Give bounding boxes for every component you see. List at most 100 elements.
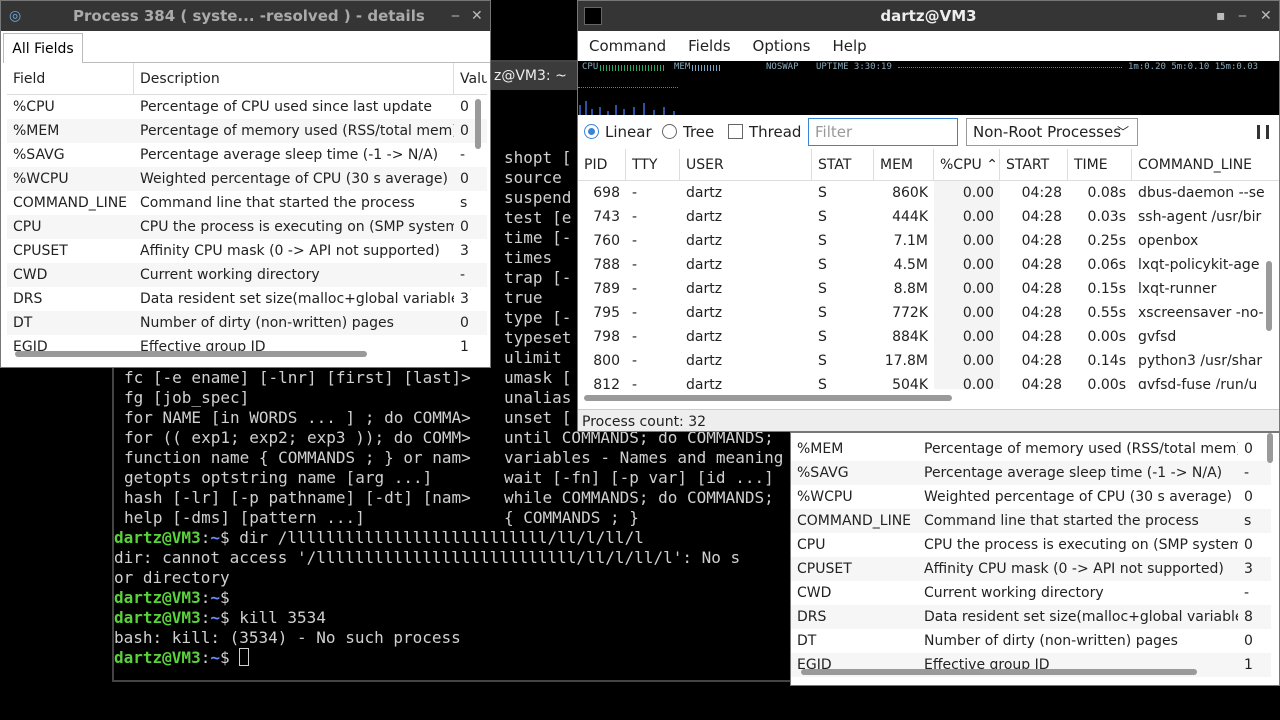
field-value: -	[1244, 465, 1250, 481]
column-header-user[interactable]: USER	[680, 149, 812, 180]
field-row[interactable]: DRS Data resident set size(malloc+global …	[7, 287, 487, 311]
field-row[interactable]: CPU CPU the process is executing on (SMP …	[791, 533, 1271, 557]
process-cell-pct-cpu: 0.00	[934, 229, 1000, 253]
field-row[interactable]: COMMAND_LINE Command line that started th…	[791, 509, 1271, 533]
column-header-pct-cpu[interactable]: %CPU ⌃	[934, 149, 1000, 180]
mem-graph-label: MEM	[674, 62, 691, 72]
process-cell-pid: 698	[593, 185, 620, 201]
terminal-help-line: fc [-e ename] [-lnr] [first] [last]>	[124, 368, 471, 387]
process-row[interactable]: 812- dartz S 504K 0.00 04:28 0.00s gvfsd-fuse /…	[578, 373, 1279, 389]
minimize-icon[interactable]: ‒	[451, 1, 460, 31]
process-details-window-2[interactable]: %MEM Percentage of memory used (RSS/total…	[790, 432, 1280, 686]
field-value: 3	[460, 291, 469, 307]
details-titlebar[interactable]: ◎ Process 384 ( syste... -resolved ) - d…	[1, 1, 490, 31]
process-cell-mem: 884K	[892, 329, 928, 345]
field-name: CPU	[13, 219, 42, 235]
process-list: 698- dartz S 860K 0.00 04:28 0.08s dbus-daemon …	[578, 181, 1279, 389]
column-header-value[interactable]: Valu	[454, 63, 487, 94]
close-icon[interactable]: ✕	[1260, 1, 1272, 31]
field-name: %MEM	[13, 123, 60, 139]
menu-fields[interactable]: Fields	[677, 31, 741, 61]
field-row[interactable]: %SAVG Percentage average sleep time (-1 -…	[7, 143, 487, 167]
menu-options[interactable]: Options	[742, 31, 822, 61]
field-row[interactable]: %SAVG Percentage average sleep time (-1 -…	[791, 461, 1271, 485]
terminal-line-error-cont: or directory	[114, 568, 230, 587]
process-cell-user: dartz	[686, 233, 723, 249]
field-row[interactable]: %WCPU Weighted percentage of CPU (30 s av…	[791, 485, 1271, 509]
terminal-line-current-prompt[interactable]: dartz@VM3:~$	[114, 648, 250, 668]
process-vertical-scrollbar[interactable]	[1266, 261, 1272, 331]
field-row[interactable]: DT Number of dirty (non-written) pages 0	[791, 629, 1271, 653]
field-name: CWD	[797, 585, 832, 601]
field-row[interactable]: COMMAND_LINE Command line that started th…	[7, 191, 487, 215]
process-cell-stat: S	[818, 209, 827, 225]
process-cell-pct-cpu: 0.00	[934, 325, 1000, 349]
details-horizontal-scrollbar[interactable]	[15, 351, 367, 357]
field-row[interactable]: CPUSET Affinity CPU mask (0 -> API not su…	[7, 239, 487, 263]
field-row[interactable]: CWD Current working directory -	[7, 263, 487, 287]
terminal-help-line: time [-	[504, 228, 572, 247]
process-details-window[interactable]: ◎ Process 384 ( syste... -resolved ) - d…	[0, 0, 491, 368]
field-row[interactable]: %MEM Percentage of memory used (RSS/total…	[7, 119, 487, 143]
column-header-command-line[interactable]: COMMAND_LINE	[1132, 149, 1279, 180]
field-row[interactable]: %CPU Percentage of CPU used since last up…	[7, 95, 487, 119]
field-row[interactable]: DT Number of dirty (non-written) pages 0	[7, 311, 487, 335]
field-row[interactable]: DRS Data resident set size(malloc+global …	[791, 605, 1271, 629]
field-row[interactable]: CPU CPU the process is executing on (SMP …	[7, 215, 487, 239]
menu-command[interactable]: Command	[578, 31, 677, 61]
process-horizontal-scrollbar[interactable]	[584, 395, 952, 401]
pause-icon[interactable]	[1257, 125, 1269, 139]
column-header-stat[interactable]: STAT	[812, 149, 874, 180]
process-cell-command-line: dbus-daemon --se	[1138, 185, 1265, 201]
terminal-help-line: shopt [	[504, 148, 572, 167]
process-cell-command-line: openbox	[1138, 233, 1199, 249]
process-cell-pid: 760	[593, 233, 620, 249]
column-header-time[interactable]: TIME	[1068, 149, 1132, 180]
menu-help[interactable]: Help	[821, 31, 877, 61]
minimize-icon[interactable]: ‒	[1238, 1, 1247, 31]
process-row[interactable]: 743- dartz S 444K 0.00 04:28 0.03s ssh-agent /u…	[578, 205, 1279, 229]
filter-input[interactable]: Filter	[808, 118, 958, 146]
column-header-pid[interactable]: PID	[578, 149, 626, 180]
details-1-field-list: %CPU Percentage of CPU used since last up…	[7, 95, 487, 359]
column-header-description[interactable]: Description	[134, 63, 454, 94]
menu-icon[interactable]: ▪	[1216, 1, 1226, 31]
details-vertical-scrollbar[interactable]	[475, 99, 481, 149]
view-linear-radio[interactable]: Linear	[584, 117, 652, 147]
field-name: CPUSET	[13, 243, 68, 259]
process-row[interactable]: 798- dartz S 884K 0.00 04:28 0.00s gvfsd	[578, 325, 1279, 349]
column-header-start[interactable]: START	[1000, 149, 1068, 180]
field-description: Number of dirty (non-written) pages	[140, 315, 394, 331]
field-row[interactable]: %MEM Percentage of memory used (RSS/total…	[791, 437, 1271, 461]
process-cell-pct-cpu: 0.00	[934, 301, 1000, 325]
field-row[interactable]: CWD Current working directory -	[791, 581, 1271, 605]
column-header-tty[interactable]: TTY	[626, 149, 680, 180]
process-row[interactable]: 795- dartz S 772K 0.00 04:28 0.55s xscreensaver…	[578, 301, 1279, 325]
process-row[interactable]: 760- dartz S 7.1M 0.00 04:28 0.25s openbox	[578, 229, 1279, 253]
terminal-help-line: true	[504, 288, 543, 307]
field-row[interactable]: CPUSET Affinity CPU mask (0 -> API not su…	[791, 557, 1271, 581]
tab-all-fields[interactable]: All Fields	[3, 33, 83, 63]
process-cell-pct-cpu: 0.00	[934, 253, 1000, 277]
field-name: CPU	[797, 537, 826, 553]
thread-checkbox[interactable]: Thread	[728, 117, 801, 147]
process-row[interactable]: 698- dartz S 860K 0.00 04:28 0.08s dbus-daemon …	[578, 181, 1279, 205]
details-2-vertical-scrollbar[interactable]	[1267, 433, 1273, 463]
close-icon[interactable]: ✕	[471, 1, 483, 31]
process-table: PID TTY USER STAT MEM %CPU ⌃ START TIME COMMAND_…	[578, 149, 1279, 389]
process-monitor-window[interactable]: dartz@VM3 ▪ ‒ ✕ Command Fields Options H…	[577, 0, 1280, 432]
process-cell-stat: S	[818, 329, 827, 345]
terminal-help-line: getopts optstring name [arg ...]	[124, 468, 433, 487]
process-filter-select[interactable]: Non-Root Processes ﹀	[966, 118, 1138, 146]
process-row[interactable]: 800- dartz S 17.8M 0.00 04:28 0.14s python3 /us…	[578, 349, 1279, 373]
column-header-mem[interactable]: MEM	[874, 149, 934, 180]
view-tree-radio[interactable]: Tree	[662, 117, 714, 147]
details-2-horizontal-scrollbar[interactable]	[801, 669, 1197, 675]
column-header-field[interactable]: Field	[7, 63, 134, 94]
process-cell-command-line: lxqt-runner	[1138, 281, 1217, 297]
process-row[interactable]: 789- dartz S 8.8M 0.00 04:28 0.15s lxqt-runner	[578, 277, 1279, 301]
process-row[interactable]: 788- dartz S 4.5M 0.00 04:28 0.06s lxqt-policyk…	[578, 253, 1279, 277]
field-row[interactable]: %WCPU Weighted percentage of CPU (30 s av…	[7, 167, 487, 191]
main-titlebar[interactable]: dartz@VM3 ▪ ‒ ✕	[578, 1, 1279, 31]
terminal-help-line: wait [-fn] [-p var] [id ...]	[504, 468, 774, 487]
